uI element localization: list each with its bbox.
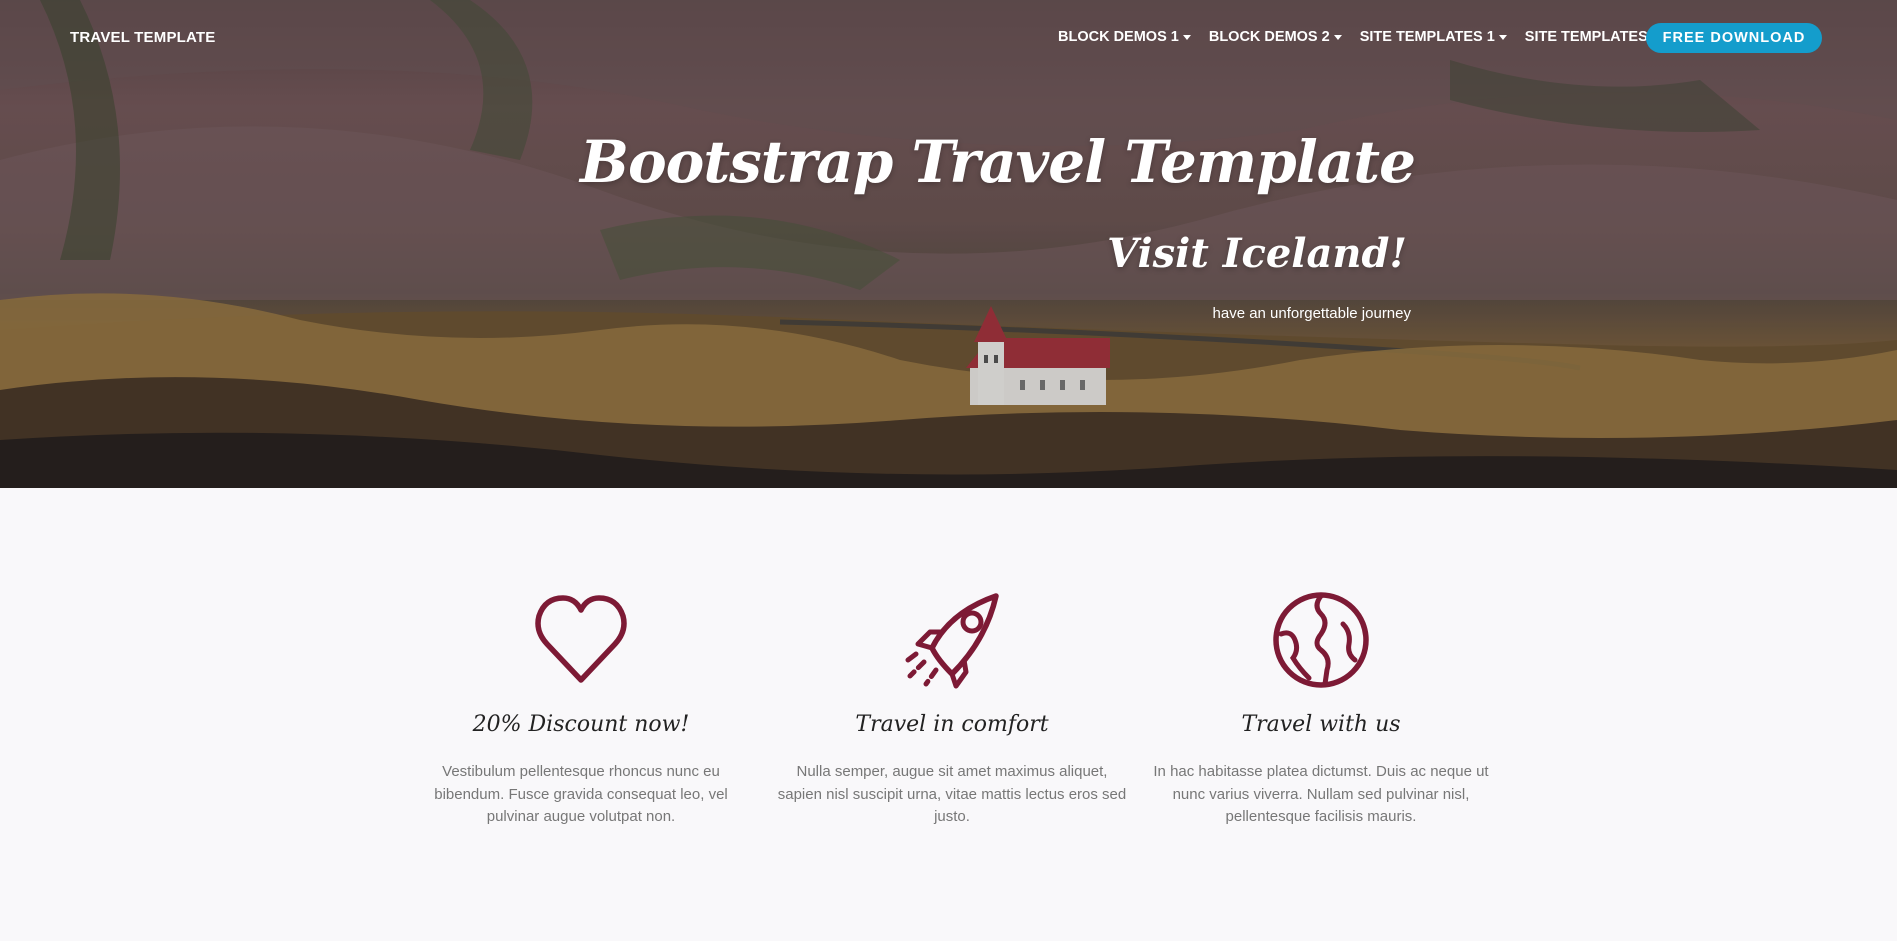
feature-title: Travel with us [1241, 712, 1401, 737]
caret-down-icon [1182, 34, 1191, 40]
feature-text: In hac habitasse platea dictumst. Duis a… [1153, 763, 1489, 825]
hero-section: TRAVEL TEMPLATE BLOCK DEMOS 1 BLOCK DEMO… [0, 0, 1897, 488]
heart-icon [535, 595, 627, 683]
feature-title: Travel in comfort [855, 712, 1049, 737]
navbar: TRAVEL TEMPLATE BLOCK DEMOS 1 BLOCK DEMO… [0, 0, 1897, 78]
nav-item-site-templates-1[interactable]: SITE TEMPLATES 1 [1360, 29, 1507, 45]
nav-item-label: BLOCK DEMOS 2 [1208, 29, 1330, 45]
hero-title: Bootstrap Travel Template [579, 128, 1416, 196]
nav-item-label: SITE TEMPLATES 2 [1524, 29, 1660, 45]
nav-menu: BLOCK DEMOS 1 BLOCK DEMOS 2 SITE TEMPLAT… [1058, 29, 1690, 45]
nav-item-label: SITE TEMPLATES 1 [1359, 29, 1495, 45]
feature-title: 20% Discount now! [472, 712, 690, 737]
nav-item-block-demos-1[interactable]: BLOCK DEMOS 1 [1058, 29, 1191, 45]
nav-item-label: BLOCK DEMOS 1 [1058, 29, 1179, 45]
feature-text: Nulla semper, augue sit amet maximus ali… [777, 763, 1127, 825]
hero-subtitle: Visit Iceland! [1107, 230, 1407, 277]
caret-down-icon [1333, 34, 1342, 40]
features-section: 20% Discount now! Vestibulum pellentesqu… [0, 488, 1897, 941]
globe-icon [1273, 592, 1369, 688]
caret-down-icon [1498, 34, 1507, 40]
hero-tagline: have an unforgettable journey [1212, 305, 1411, 322]
nav-item-block-demos-2[interactable]: BLOCK DEMOS 2 [1209, 29, 1342, 45]
free-download-button[interactable]: FREE DOWNLOAD [1646, 23, 1822, 53]
brand-logo-text[interactable]: TRAVEL TEMPLATE [70, 29, 216, 46]
rocket-icon [905, 593, 999, 689]
feature-text: Vestibulum pellentesque rhoncus nunc eu … [434, 763, 728, 825]
